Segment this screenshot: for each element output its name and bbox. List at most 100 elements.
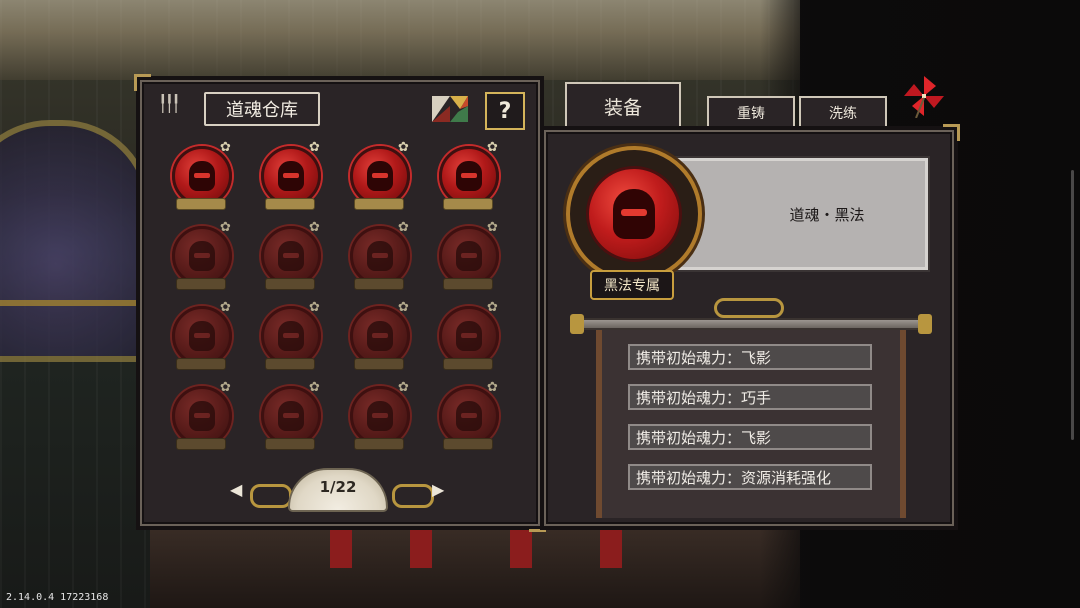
soul-pedestal [176, 198, 226, 210]
soul-slot[interactable]: ✿ [435, 140, 499, 214]
panel-corner-ornament [943, 124, 960, 141]
star-icon: ✿ [487, 380, 498, 395]
star-icon: ✿ [487, 300, 498, 315]
soul-orb-icon [172, 226, 232, 286]
soul-slot[interactable]: ✿ [168, 300, 232, 374]
tab-equip[interactable]: 装备 [565, 82, 681, 128]
soul-orb-icon [439, 306, 499, 366]
star-icon: ✿ [309, 380, 320, 395]
soul-mask-icon [278, 401, 304, 431]
soul-mask-icon [278, 161, 304, 191]
scene-gold-rail [0, 300, 150, 306]
soul-pedestal [354, 278, 404, 290]
star-icon: ✿ [309, 140, 320, 155]
soul-mask-icon [367, 401, 393, 431]
soul-pedestal [354, 198, 404, 210]
star-icon: ✿ [398, 380, 409, 395]
traits-scroll: 携带初始魂力：飞影 携带初始魂力：巧手 携带初始魂力：飞影 携带初始魂力：资源消… [570, 314, 932, 518]
soul-mask-icon [367, 161, 393, 191]
trait-item: 携带初始魂力：飞影 [628, 424, 872, 450]
soul-orb-icon [350, 146, 410, 206]
equipped-soul-orb-icon [586, 166, 682, 262]
page-selector: ◀ 1/22 ▶ [230, 466, 450, 516]
mosaic-filter-icon[interactable] [430, 94, 470, 124]
pager-right-ornament [392, 484, 434, 508]
soul-mask-icon [189, 241, 215, 271]
soul-slot[interactable]: ✿ [346, 220, 410, 294]
scene-stained-glass-arch [0, 120, 152, 362]
scroll-ornament [714, 298, 784, 318]
soul-orb-icon [261, 226, 321, 286]
soul-pedestal [265, 438, 315, 450]
soul-pedestal [443, 198, 493, 210]
soul-mask-icon [367, 241, 393, 271]
warehouse-title: 道魂仓库 [204, 92, 320, 126]
soul-mask-icon [367, 321, 393, 351]
soul-slot[interactable]: ✿ [257, 220, 321, 294]
soul-pedestal [176, 438, 226, 450]
soul-slot[interactable]: ✿ [257, 140, 321, 214]
soul-pedestal [265, 278, 315, 290]
star-icon: ✿ [220, 140, 231, 155]
star-icon: ✿ [309, 300, 320, 315]
soul-slot[interactable]: ✿ [435, 220, 499, 294]
soul-slot[interactable]: ✿ [257, 300, 321, 374]
soul-orb-icon [172, 386, 232, 446]
scroll-rod [576, 318, 926, 330]
star-icon: ✿ [398, 140, 409, 155]
soul-slot[interactable]: ✿ [346, 300, 410, 374]
soul-orb-icon [439, 386, 499, 446]
scene-top-wall [0, 0, 800, 80]
soul-orb-icon [261, 306, 321, 366]
soul-grid: ✿ ✿ ✿ ✿ ✿ ✿ ✿ ✿ ✿ ✿ ✿ ✿ ✿ ✿ ✿ ✿ [168, 140, 508, 462]
scroll-rod-end [918, 314, 932, 334]
soul-orb-icon [350, 306, 410, 366]
star-icon: ✿ [220, 300, 231, 315]
star-icon: ✿ [398, 300, 409, 315]
next-page-arrow-icon[interactable]: ▶ [432, 480, 444, 499]
soul-orb-icon [350, 386, 410, 446]
soul-orb-icon [172, 306, 232, 366]
equipped-soul-name: 道魂・黑法 [666, 158, 928, 270]
prev-page-arrow-icon[interactable]: ◀ [230, 480, 242, 499]
star-icon: ✿ [398, 220, 409, 235]
soul-slot[interactable]: ✿ [168, 380, 232, 454]
soul-pedestal [443, 358, 493, 370]
panel-corner-ornament [134, 74, 151, 91]
soul-slot[interactable]: ✿ [346, 140, 410, 214]
soul-pedestal [354, 438, 404, 450]
traits-list: 携带初始魂力：飞影 携带初始魂力：巧手 携带初始魂力：飞影 携带初始魂力：资源消… [596, 330, 906, 518]
equipped-soul-slot[interactable] [566, 146, 702, 282]
tab-recast[interactable]: 重铸 [707, 96, 795, 130]
star-icon: ✿ [487, 140, 498, 155]
soul-slot[interactable]: ✿ [346, 380, 410, 454]
star-icon: ✿ [220, 380, 231, 395]
star-icon: ✿ [309, 220, 320, 235]
soul-mask-icon [456, 401, 482, 431]
soul-mask-icon [278, 321, 304, 351]
soul-slot[interactable]: ✿ [168, 140, 232, 214]
soul-mask-icon [456, 161, 482, 191]
tab-refine[interactable]: 洗练 [799, 96, 887, 130]
screen-scrollbar[interactable] [1071, 170, 1074, 440]
scene-bottom-wall [150, 525, 800, 608]
equip-panel: 道魂・黑法 黑法专属 携带初始魂力：飞影 携带初始魂力：巧手 携带初始魂力：飞影… [544, 124, 960, 526]
soul-orb-icon [350, 226, 410, 286]
soul-slot[interactable]: ✿ [257, 380, 321, 454]
soul-orb-icon [439, 146, 499, 206]
trait-item: 携带初始魂力：资源消耗强化 [628, 464, 872, 490]
soul-pedestal [443, 438, 493, 450]
pager-left-ornament [250, 484, 292, 508]
soul-slot[interactable]: ✿ [435, 300, 499, 374]
soul-mask-icon [613, 189, 655, 239]
candle-decoration-icon: ╿╿╿ [158, 94, 181, 113]
help-button[interactable]: ? [485, 92, 525, 130]
soul-mask-icon [189, 401, 215, 431]
pinwheel-icon [904, 76, 944, 118]
soul-pedestal [176, 358, 226, 370]
soul-slot[interactable]: ✿ [168, 220, 232, 294]
soul-slot[interactable]: ✿ [435, 380, 499, 454]
exclusive-badge: 黑法专属 [590, 270, 674, 300]
soul-mask-icon [456, 241, 482, 271]
soul-orb-icon [172, 146, 232, 206]
